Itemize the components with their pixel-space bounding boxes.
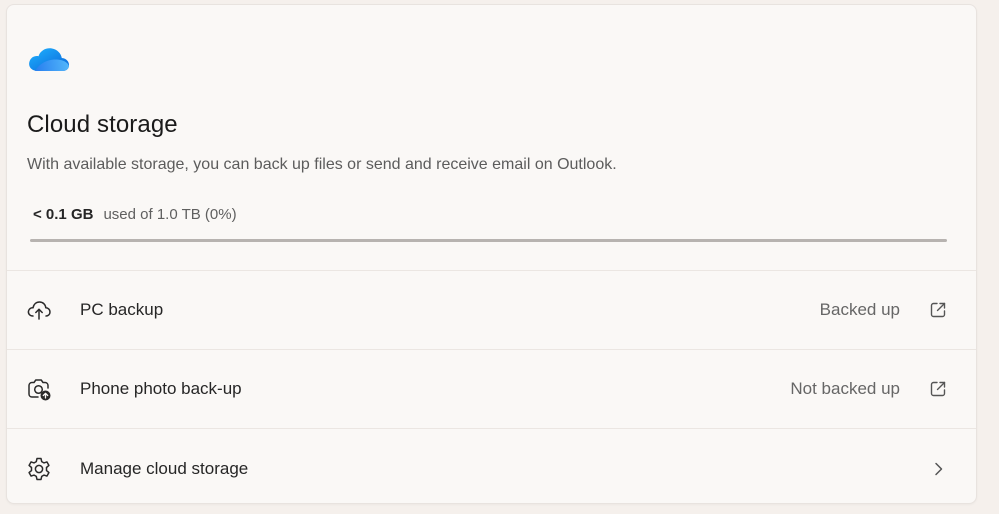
manage-cloud-storage-row[interactable]: Manage cloud storage xyxy=(7,429,976,503)
storage-used-value: < 0.1 GB xyxy=(33,206,94,223)
storage-total-text: used of 1.0 TB (0%) xyxy=(103,206,237,223)
page: Cloud storage With available storage, yo… xyxy=(0,0,999,514)
chevron-right-icon[interactable] xyxy=(928,459,948,479)
pc-backup-status: Backed up xyxy=(819,300,900,319)
pc-backup-row[interactable]: PC backup Backed up xyxy=(7,271,976,350)
storage-progress-bar xyxy=(30,239,947,242)
page-description: With available storage, you can back up … xyxy=(27,156,617,173)
camera-sync-icon xyxy=(28,379,51,401)
phone-photo-backup-status: Not backed up xyxy=(790,379,900,398)
phone-photo-backup-row[interactable]: Phone photo back-up Not backed up xyxy=(7,350,976,429)
storage-summary: Cloud storage With available storage, yo… xyxy=(7,5,976,271)
gear-icon xyxy=(28,457,50,480)
open-external-icon[interactable] xyxy=(928,300,948,320)
storage-usage-text: < 0.1 GB used of 1.0 TB (0%) xyxy=(33,206,237,223)
cloud-upload-icon xyxy=(27,301,51,320)
page-title: Cloud storage xyxy=(27,111,178,138)
cloud-storage-card: Cloud storage With available storage, yo… xyxy=(6,4,977,504)
open-external-icon[interactable] xyxy=(928,379,948,399)
pc-backup-label: PC backup xyxy=(80,300,164,319)
manage-cloud-storage-label: Manage cloud storage xyxy=(80,458,249,478)
phone-photo-backup-label: Phone photo back-up xyxy=(80,379,242,398)
onedrive-cloud-icon xyxy=(29,48,70,71)
